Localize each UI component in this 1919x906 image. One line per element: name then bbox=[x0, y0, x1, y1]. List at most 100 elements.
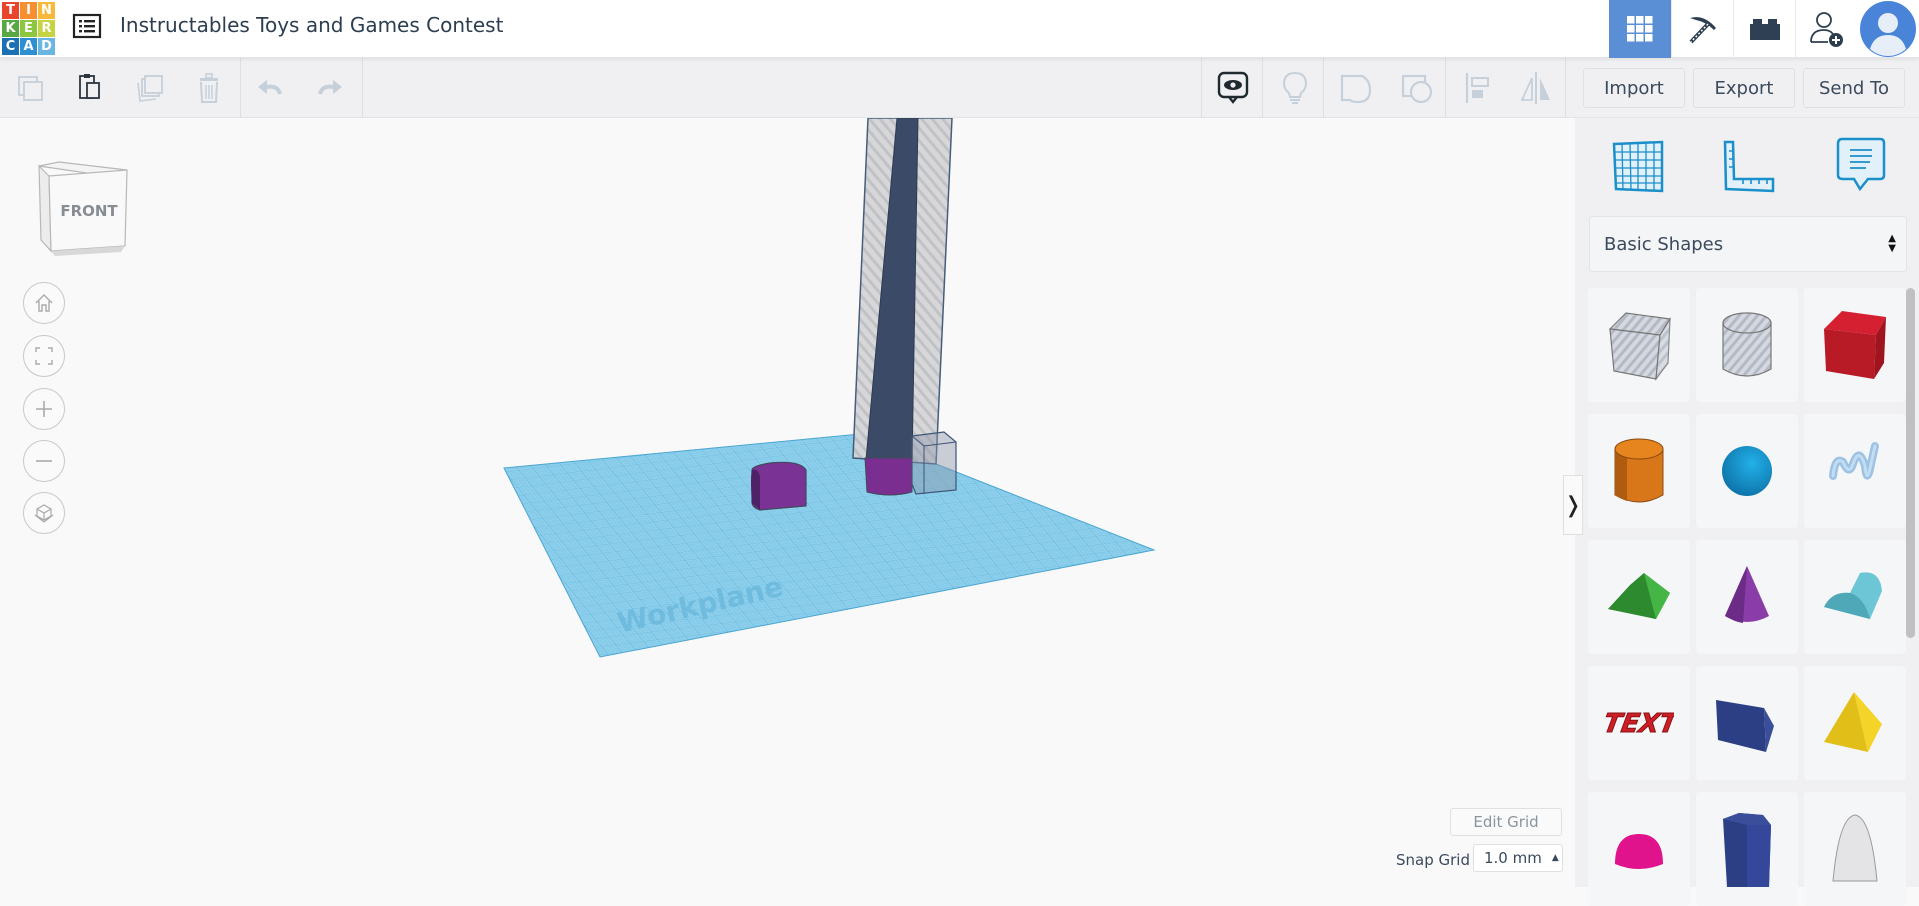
delete-button[interactable] bbox=[187, 66, 231, 110]
perspective-icon bbox=[34, 504, 54, 523]
align-icon bbox=[1465, 73, 1489, 103]
tower-hole-shape[interactable] bbox=[852, 118, 957, 496]
pickaxe-icon bbox=[1689, 17, 1716, 44]
redo-icon bbox=[318, 80, 342, 95]
logo-letter: A bbox=[20, 38, 37, 55]
zoom-out-button[interactable] bbox=[23, 440, 65, 482]
shape-half-sphere[interactable] bbox=[1588, 792, 1690, 906]
workplane[interactable]: Workplane bbox=[503, 433, 1156, 658]
copy-button[interactable] bbox=[8, 66, 52, 110]
text-icon: TEXT bbox=[1604, 709, 1674, 740]
shape-polygon[interactable] bbox=[1696, 792, 1798, 906]
fit-all-button[interactable] bbox=[23, 335, 65, 377]
duplicate-button[interactable] bbox=[127, 66, 171, 110]
logo-letter: R bbox=[38, 20, 55, 37]
copy-icon bbox=[18, 76, 43, 101]
shape-cone[interactable] bbox=[1696, 540, 1798, 654]
ungroup-icon bbox=[1401, 74, 1433, 104]
tinkercad-logo[interactable]: TIN KER CAD bbox=[2, 2, 57, 55]
import-button[interactable]: Import bbox=[1583, 68, 1685, 108]
design-menu-button[interactable] bbox=[72, 12, 102, 40]
redo-button[interactable] bbox=[307, 66, 351, 110]
shape-paraboloid[interactable] bbox=[1804, 792, 1906, 906]
app-header: TIN KER CAD Instructables Toys and Games C… bbox=[0, 0, 1919, 58]
list-icon bbox=[72, 13, 102, 39]
shape-library-select[interactable]: Basic Shapes ▲ ▼ bbox=[1589, 216, 1907, 272]
home-view-button[interactable] bbox=[23, 282, 65, 324]
toolbar-divider bbox=[1323, 58, 1324, 118]
logo-letter: C bbox=[2, 38, 19, 55]
shape-sphere[interactable] bbox=[1696, 414, 1798, 528]
header-actions bbox=[1609, 0, 1919, 58]
cylinder-icon bbox=[1614, 438, 1664, 503]
project-title[interactable]: Instructables Toys and Games Contest bbox=[120, 13, 503, 37]
pyramid-icon bbox=[1824, 692, 1882, 752]
edit-grid-button[interactable]: Edit Grid bbox=[1450, 808, 1562, 836]
shape-cylinder[interactable] bbox=[1588, 414, 1690, 528]
shape-round-roof[interactable] bbox=[1804, 540, 1906, 654]
toolbar-actions: Import Export Send To bbox=[1575, 58, 1919, 118]
toolbar-divider bbox=[1565, 58, 1566, 118]
logo-letter: N bbox=[38, 2, 55, 19]
codeblocks-button[interactable] bbox=[1671, 0, 1733, 58]
invite-collaborator-button[interactable] bbox=[1795, 0, 1857, 58]
panel-scrollbar[interactable] bbox=[1906, 288, 1915, 638]
toolbar-divider bbox=[240, 58, 241, 118]
3d-viewport[interactable]: Workplane FRONT Edit Grid Snap Grid 1.0 … bbox=[0, 118, 1575, 887]
shape-scribble[interactable] bbox=[1804, 414, 1906, 528]
send-to-button[interactable]: Send To bbox=[1803, 68, 1905, 108]
scribble-icon bbox=[1829, 442, 1879, 480]
half-cylinder-shape[interactable] bbox=[751, 461, 807, 511]
user-avatar[interactable] bbox=[1857, 0, 1919, 58]
round-roof-icon bbox=[1824, 572, 1882, 619]
shape-text[interactable]: TEXT bbox=[1588, 666, 1690, 780]
bricks-button[interactable] bbox=[1733, 0, 1795, 58]
snap-grid-label: Snap Grid bbox=[1396, 851, 1470, 869]
group-button[interactable] bbox=[1334, 66, 1378, 110]
collapse-panel-button[interactable]: ❭ bbox=[1563, 475, 1583, 535]
projection-button[interactable] bbox=[23, 492, 65, 534]
mirror-icon bbox=[1520, 72, 1550, 104]
shape-cyl-hole[interactable] bbox=[1696, 288, 1798, 402]
hint-button[interactable] bbox=[1273, 66, 1317, 110]
shape-roof[interactable] bbox=[1588, 540, 1690, 654]
logo-letter: T bbox=[2, 2, 19, 19]
notes-tool-button[interactable] bbox=[1831, 136, 1891, 196]
lightbulb-icon bbox=[1282, 71, 1308, 104]
view-cube[interactable]: FRONT bbox=[33, 156, 133, 260]
duplicate-icon bbox=[137, 75, 163, 102]
grid-icon bbox=[1627, 16, 1653, 42]
snap-grid-select[interactable]: 1.0 mm ▲ bbox=[1473, 844, 1563, 872]
home-icon bbox=[35, 294, 53, 312]
zoom-in-button[interactable] bbox=[23, 388, 65, 430]
shape-pyramid[interactable] bbox=[1804, 666, 1906, 780]
mirror-button[interactable] bbox=[1514, 66, 1558, 110]
eye-note-icon bbox=[1217, 71, 1249, 104]
undo-button[interactable] bbox=[249, 66, 293, 110]
ungroup-button[interactable] bbox=[1395, 66, 1439, 110]
toolbar-divider bbox=[362, 58, 363, 118]
shape-box-hole[interactable] bbox=[1588, 288, 1690, 402]
toolbar-divider bbox=[1445, 58, 1446, 118]
ruler-tool-button[interactable] bbox=[1718, 136, 1778, 196]
fit-icon bbox=[35, 347, 53, 365]
shape-grid: TEXT bbox=[1588, 288, 1906, 906]
align-button[interactable] bbox=[1455, 66, 1499, 110]
snap-grid-value: 1.0 mm bbox=[1484, 849, 1542, 867]
shape-wedge[interactable] bbox=[1696, 666, 1798, 780]
add-user-icon bbox=[1809, 12, 1843, 47]
workplane-tool-button[interactable] bbox=[1607, 136, 1667, 196]
shape-box[interactable] bbox=[1804, 288, 1906, 402]
logo-letter: K bbox=[2, 20, 19, 37]
undo-icon bbox=[258, 80, 282, 95]
export-button[interactable]: Export bbox=[1693, 68, 1795, 108]
avatar-icon bbox=[1860, 1, 1916, 57]
cone-icon bbox=[1725, 566, 1769, 623]
3d-design-view-button[interactable] bbox=[1609, 0, 1671, 58]
show-notes-button[interactable] bbox=[1211, 66, 1255, 110]
box-hole-icon bbox=[1608, 312, 1672, 382]
scene-canvas[interactable]: Workplane bbox=[0, 118, 1575, 887]
shape-library-value: Basic Shapes bbox=[1604, 233, 1724, 255]
paste-button[interactable] bbox=[66, 66, 110, 110]
cyl-hole-icon bbox=[1722, 312, 1772, 377]
